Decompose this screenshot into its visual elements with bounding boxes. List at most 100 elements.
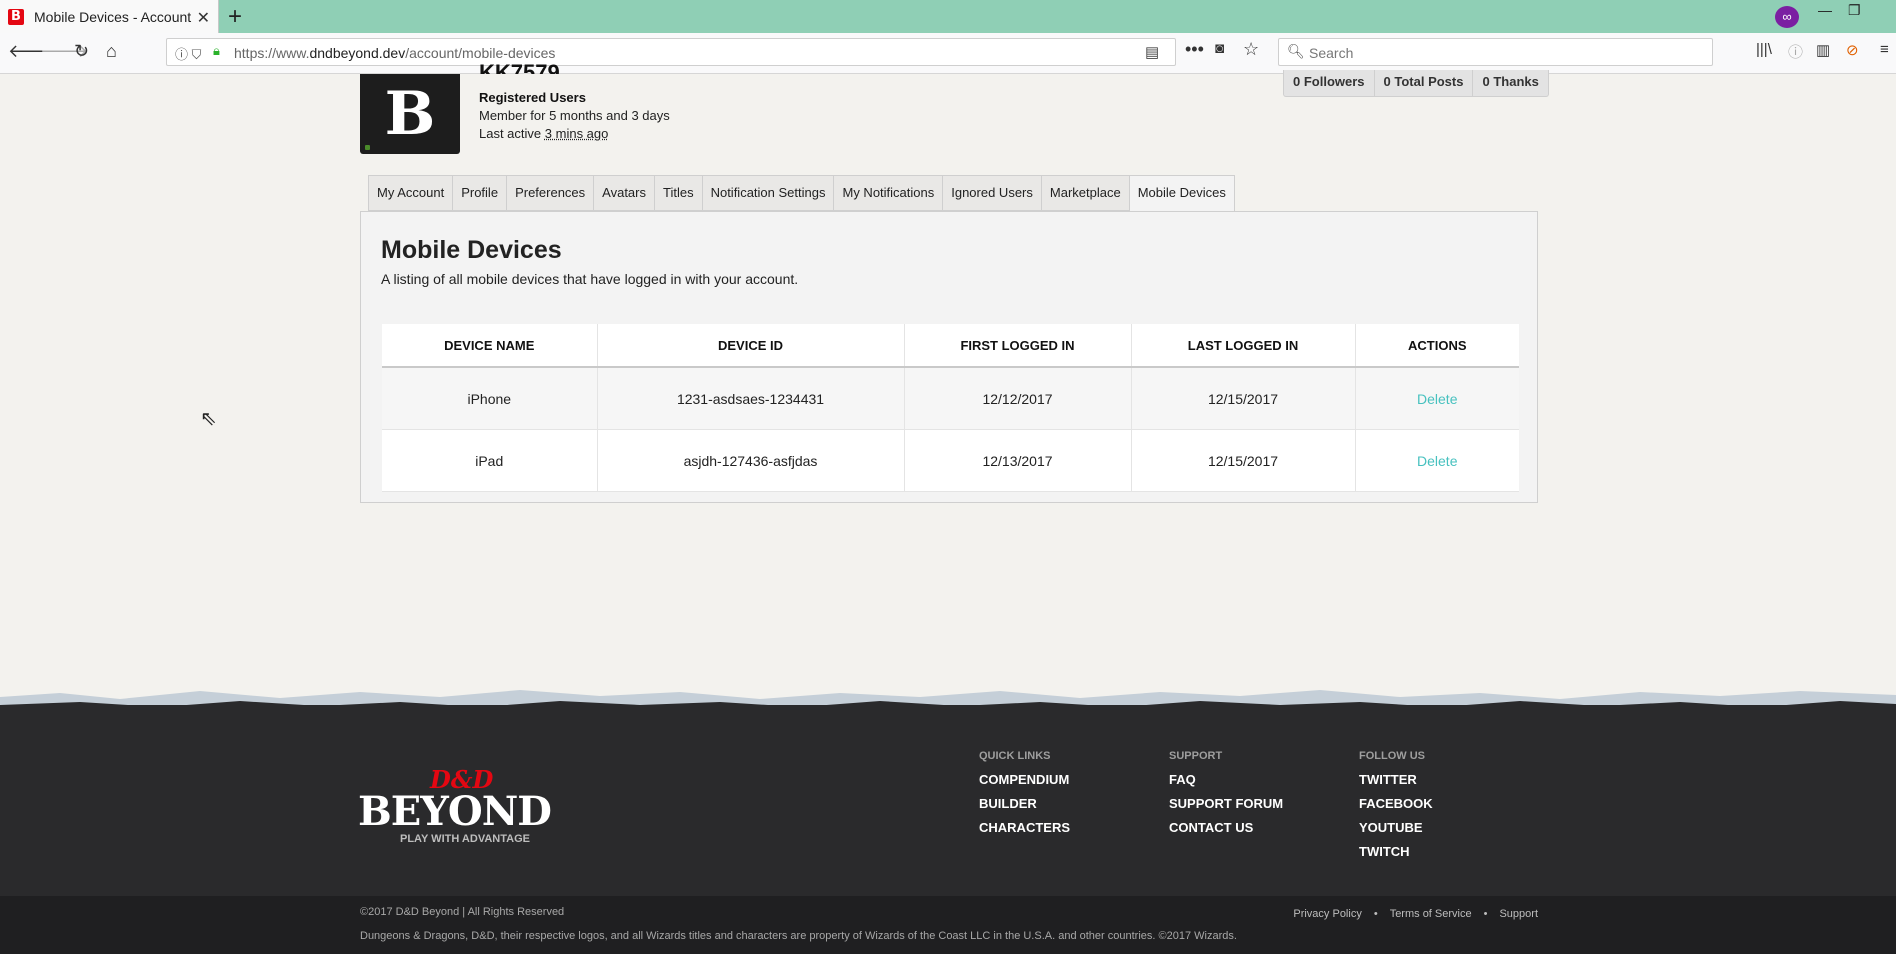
search-bar[interactable]: 🔍︎ — [1278, 38, 1713, 66]
footer-legal-links: Privacy Policy • Terms of Service • Supp… — [1293, 908, 1538, 920]
bookmark-star-icon[interactable]: ☆ — [1243, 39, 1259, 60]
copyright-text: ©2017 D&D Beyond | All Rights Reserved — [360, 906, 565, 918]
page-title: Mobile Devices — [381, 236, 562, 264]
tab-profile[interactable]: Profile — [452, 175, 507, 211]
footer-link-twitch[interactable]: TWITCH — [1359, 844, 1433, 859]
minimize-icon[interactable]: — — [1818, 2, 1832, 18]
support-link[interactable]: Support — [1499, 908, 1538, 920]
menu-icon[interactable]: ≡ — [1880, 41, 1889, 58]
online-status-icon — [365, 145, 370, 150]
username: KK7579 — [479, 60, 560, 74]
restore-icon[interactable]: ❐ — [1848, 2, 1861, 19]
followers-stat[interactable]: 0 Followers — [1284, 70, 1375, 96]
actions-cell: Delete — [1355, 429, 1519, 492]
tab-my-notifications[interactable]: My Notifications — [833, 175, 943, 211]
extension-icon[interactable]: ⓘ — [1788, 41, 1803, 62]
reload-icon[interactable]: ↻ — [74, 41, 89, 62]
device-id: asjdh-127436-asfjdas — [597, 429, 905, 492]
delete-device-link[interactable]: Delete — [1417, 391, 1457, 407]
site-footer: D&D BEYOND PLAY WITH ADVANTAGE QUICK LIN… — [0, 705, 1896, 896]
last-logged-in: 12/15/2017 — [1131, 367, 1356, 430]
device-name: iPhone — [382, 367, 598, 430]
separator: • — [1483, 908, 1488, 920]
tab-ignored-users[interactable]: Ignored Users — [942, 175, 1041, 211]
footer-link-contact-us[interactable]: CONTACT US — [1169, 820, 1283, 835]
follow-us-column: FOLLOW US TWITTER FACEBOOK YOUTUBE TWITC… — [1359, 750, 1433, 868]
close-icon[interactable]: ✕ — [197, 8, 210, 28]
table-header-row: DEVICE NAME DEVICE ID FIRST LOGGED IN LA… — [382, 324, 1519, 368]
column-header: LAST LOGGED IN — [1131, 324, 1356, 368]
tab-titles[interactable]: Titles — [654, 175, 702, 211]
column-header: DEVICE ID — [597, 324, 905, 368]
private-browsing-mask-icon: ∞ — [1775, 6, 1799, 28]
footer-link-support-forum[interactable]: SUPPORT FORUM — [1169, 796, 1283, 811]
tab-my-account[interactable]: My Account — [368, 175, 453, 211]
user-group: Registered Users — [479, 90, 586, 105]
new-tab-icon[interactable]: + — [228, 3, 242, 31]
first-logged-in: 12/13/2017 — [904, 429, 1132, 492]
quick-links-heading: QUICK LINKS — [979, 750, 1051, 762]
privacy-policy-link[interactable]: Privacy Policy — [1293, 908, 1361, 920]
tagline: PLAY WITH ADVANTAGE — [400, 833, 530, 845]
footer-link-compendium[interactable]: COMPENDIUM — [979, 772, 1070, 787]
last-logged-in: 12/15/2017 — [1131, 429, 1356, 492]
actions-cell: Delete — [1355, 367, 1519, 430]
footer-link-faq[interactable]: FAQ — [1169, 772, 1283, 787]
last-active-time: 3 mins ago — [544, 126, 609, 141]
url-bar[interactable]: ⓘ ⛉ 🔒︎ https://www.dndbeyond.dev/account… — [166, 38, 1176, 66]
mobile-devices-panel: Mobile Devices A listing of all mobile d… — [360, 211, 1538, 503]
tab-mobile-devices[interactable]: Mobile Devices — [1128, 175, 1235, 212]
lock-icon: 🔒︎ — [213, 43, 220, 58]
table-row: iPad asjdh-127436-asfjdas 12/13/2017 12/… — [382, 429, 1519, 492]
device-name: iPad — [382, 429, 598, 492]
more-actions-icon[interactable]: ••• — [1185, 39, 1204, 60]
beyond-logo[interactable]: BEYOND — [358, 788, 552, 835]
page-description: A listing of all mobile devices that hav… — [381, 271, 799, 287]
footer-link-characters[interactable]: CHARACTERS — [979, 820, 1070, 835]
footer-link-builder[interactable]: BUILDER — [979, 796, 1070, 811]
separator: • — [1373, 908, 1378, 920]
browser-tab-bar: B Mobile Devices - Account - D& ✕ + ∞ — … — [0, 0, 1896, 33]
tab-marketplace[interactable]: Marketplace — [1040, 175, 1129, 211]
reader-view-icon[interactable]: ▤ — [1145, 43, 1159, 61]
browser-tab-title: Mobile Devices - Account - D& — [34, 8, 194, 25]
browser-tab[interactable]: B Mobile Devices - Account - D& ✕ — [0, 0, 219, 33]
pocket-icon[interactable]: ◙ — [1215, 40, 1224, 57]
table-row: iPhone 1231-asdsaes-1234431 12/12/2017 1… — [382, 367, 1519, 430]
footer-link-facebook[interactable]: FACEBOOK — [1359, 796, 1433, 811]
profile-stats: 0 Followers 0 Total Posts 0 Thanks — [1283, 70, 1549, 97]
footer-link-twitter[interactable]: TWITTER — [1359, 772, 1433, 787]
last-active: Last active 3 mins ago — [479, 126, 609, 141]
search-input[interactable] — [1307, 43, 1701, 63]
footer-link-youtube[interactable]: YOUTUBE — [1359, 820, 1433, 835]
column-header: DEVICE NAME — [382, 324, 598, 368]
tab-notification-settings[interactable]: Notification Settings — [701, 175, 834, 211]
first-logged-in: 12/12/2017 — [904, 367, 1132, 430]
site-info-icon[interactable]: ⓘ ⛉ — [175, 44, 201, 63]
support-heading: SUPPORT — [1169, 750, 1223, 762]
account-tabs: My Account Profile Preferences Avatars T… — [368, 175, 1235, 212]
follow-us-heading: FOLLOW US — [1359, 750, 1425, 762]
library-icon[interactable]: |||\ — [1756, 41, 1772, 58]
column-header: FIRST LOGGED IN — [904, 324, 1132, 368]
devices-table: DEVICE NAME DEVICE ID FIRST LOGGED IN LA… — [382, 324, 1519, 492]
member-duration: Member for 5 months and 3 days — [479, 108, 670, 123]
dndbeyond-favicon-icon: B — [8, 8, 24, 25]
quick-links-column: QUICK LINKS COMPENDIUM BUILDER CHARACTER… — [979, 750, 1070, 844]
search-icon: 🔍︎ — [1287, 43, 1305, 59]
browser-nav-bar: 🡐 🡒 ↻ ⌂ ⓘ ⛉ 🔒︎ https://www.dndbeyond.dev… — [0, 33, 1896, 74]
avatar[interactable]: B — [360, 74, 460, 154]
footer-bottom-bar: ©2017 D&D Beyond | All Rights Reserved D… — [0, 896, 1896, 954]
legal-text: Dungeons & Dragons, D&D, their respectiv… — [360, 930, 1237, 942]
column-header: ACTIONS — [1355, 324, 1519, 368]
total-posts-stat[interactable]: 0 Total Posts — [1375, 70, 1474, 96]
tab-preferences[interactable]: Preferences — [506, 175, 594, 211]
terms-of-service-link[interactable]: Terms of Service — [1390, 908, 1472, 920]
tab-avatars[interactable]: Avatars — [593, 175, 654, 211]
delete-device-link[interactable]: Delete — [1417, 453, 1457, 469]
thanks-stat[interactable]: 0 Thanks — [1473, 70, 1547, 96]
sidebar-icon[interactable]: ▥ — [1816, 41, 1830, 59]
addon-icon[interactable]: ⊘ — [1846, 41, 1859, 59]
support-column: SUPPORT FAQ SUPPORT FORUM CONTACT US — [1169, 750, 1283, 844]
home-icon[interactable]: ⌂ — [106, 41, 117, 62]
